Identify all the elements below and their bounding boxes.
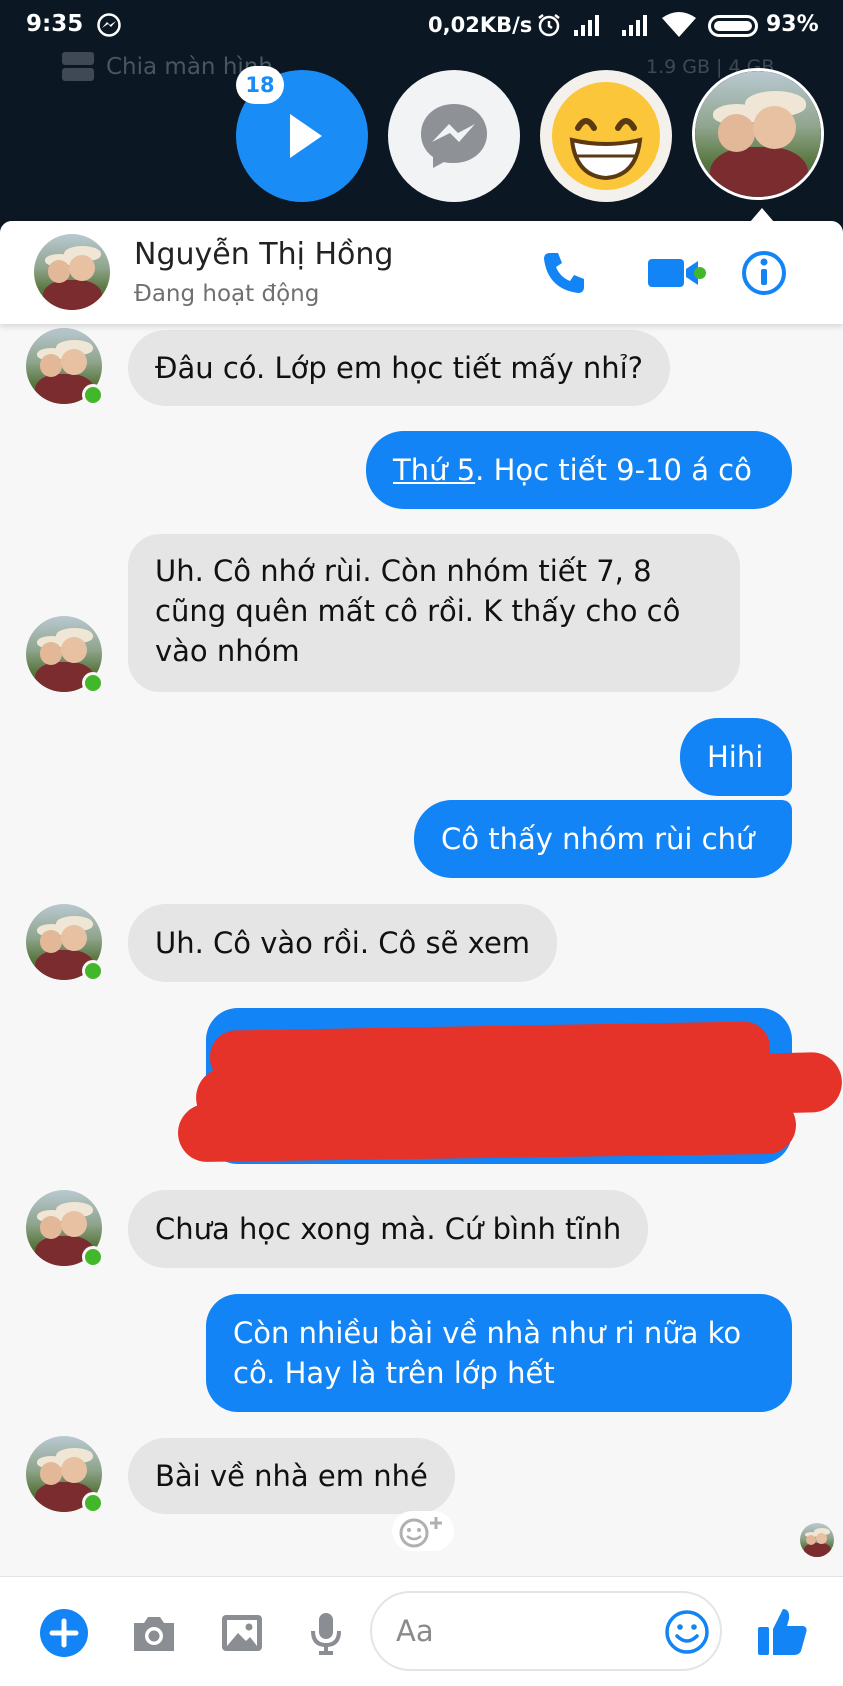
thumbs-up-icon[interactable] (756, 1605, 810, 1659)
date-link[interactable]: Thứ 5 (393, 453, 475, 487)
split-screen-icon (62, 52, 94, 82)
signal-icon (622, 15, 647, 36)
grinning-face-icon (552, 82, 660, 190)
message-list[interactable]: Đâu có. Lớp em học tiết mấy nhỉ? Thứ 5. … (0, 324, 843, 1574)
messenger-icon (421, 104, 487, 168)
wifi-icon (662, 12, 696, 37)
play-icon (290, 114, 322, 158)
online-indicator (82, 1492, 104, 1514)
message-bubble-outgoing[interactable]: Cô thấy nhóm rùi chứ (414, 800, 792, 878)
contact-status: Đang hoạt động (134, 281, 320, 307)
battery-icon (708, 15, 758, 37)
chat-head-messenger[interactable] (388, 70, 520, 202)
chat-head-sticker[interactable] (540, 70, 672, 202)
seen-indicator-avatar (800, 1523, 834, 1557)
message-text: Bài về nhà em nhé (155, 1459, 428, 1493)
image-icon[interactable] (218, 1609, 266, 1657)
sender-avatar[interactable] (26, 328, 104, 406)
message-text: Uh. Cô vào rồi. Cô sẽ xem (155, 926, 531, 960)
message-input[interactable] (396, 1609, 636, 1653)
message-text: Hihi (707, 740, 764, 774)
contact-name[interactable]: Nguyễn Thị Hồng (134, 237, 393, 272)
signal-icon (574, 15, 599, 36)
message-bubble-outgoing[interactable]: Thứ 5. Học tiết 9-10 á cô (366, 431, 792, 509)
conversation-header: Nguyễn Thị Hồng Đang hoạt động (0, 221, 843, 324)
add-reaction-button[interactable] (392, 1511, 454, 1551)
online-indicator (82, 672, 104, 694)
contact-photo (695, 71, 821, 197)
message-text: Cô thấy nhóm rùi chứ (441, 822, 755, 856)
message-text: Còn nhiều bài về nhà như ri nữa ko (233, 1316, 742, 1350)
redaction-mark (177, 1095, 797, 1163)
sender-avatar[interactable] (26, 904, 104, 982)
status-bar: 9:35 0,02KB/s 93% (0, 0, 843, 52)
chat-head-video[interactable]: 18 (236, 66, 368, 202)
microphone-icon[interactable] (302, 1609, 350, 1657)
sender-avatar[interactable] (26, 616, 104, 694)
message-text: Uh. Cô nhớ rùi. Còn nhóm tiết 7, 8 (155, 554, 652, 588)
plus-icon[interactable] (40, 1609, 88, 1657)
status-time: 9:35 (26, 11, 84, 37)
online-indicator (82, 960, 104, 982)
sender-avatar[interactable] (26, 1436, 104, 1514)
video-online-dot (694, 267, 706, 279)
emoji-icon[interactable] (664, 1609, 710, 1655)
message-text: Chưa học xong mà. Cứ bình tĩnh (155, 1212, 622, 1246)
phone-icon[interactable] (540, 249, 588, 297)
message-bubble-incoming[interactable]: Đâu có. Lớp em học tiết mấy nhỉ? (128, 330, 671, 406)
messenger-notification-icon (97, 13, 121, 37)
message-text: cũng quên mất cô rồi. K thấy cho cô (155, 594, 681, 628)
message-text: vào nhóm (155, 634, 300, 668)
message-bubble-incoming[interactable]: Bài về nhà em nhé (128, 1438, 455, 1514)
unread-badge: 18 (236, 66, 284, 104)
message-text: cô. Hay là trên lớp hết (233, 1356, 555, 1390)
camera-icon[interactable] (130, 1609, 178, 1657)
alarm-icon (538, 14, 560, 37)
contact-avatar[interactable] (34, 234, 110, 310)
conversation-panel: Nguyễn Thị Hồng Đang hoạt động Đâu có. L… (0, 221, 843, 1686)
message-text: Đâu có. Lớp em học tiết mấy nhỉ? (155, 351, 644, 385)
chat-head-contact[interactable] (692, 68, 824, 200)
message-composer (0, 1576, 843, 1686)
add-reaction-icon (399, 1517, 442, 1548)
message-bubble-incoming[interactable]: Uh. Cô nhớ rùi. Còn nhóm tiết 7, 8 cũng … (128, 534, 740, 692)
online-indicator (82, 1246, 104, 1268)
network-rate: 0,02KB/s (428, 13, 533, 37)
chat-head-pointer (750, 208, 774, 222)
message-input-wrapper (370, 1591, 722, 1671)
message-bubble-incoming[interactable]: Chưa học xong mà. Cứ bình tĩnh (128, 1190, 649, 1268)
info-icon[interactable] (740, 249, 788, 297)
message-bubble-incoming[interactable]: Uh. Cô vào rồi. Cô sẽ xem (128, 904, 558, 982)
message-text: . Học tiết 9-10 á cô (475, 453, 752, 487)
battery-percent: 93% (766, 12, 819, 37)
online-indicator (82, 384, 104, 406)
message-bubble-outgoing[interactable]: Hihi (680, 718, 792, 796)
sender-avatar[interactable] (26, 1190, 104, 1268)
message-bubble-outgoing[interactable]: Còn nhiều bài về nhà như ri nữa ko cô. H… (206, 1294, 792, 1412)
